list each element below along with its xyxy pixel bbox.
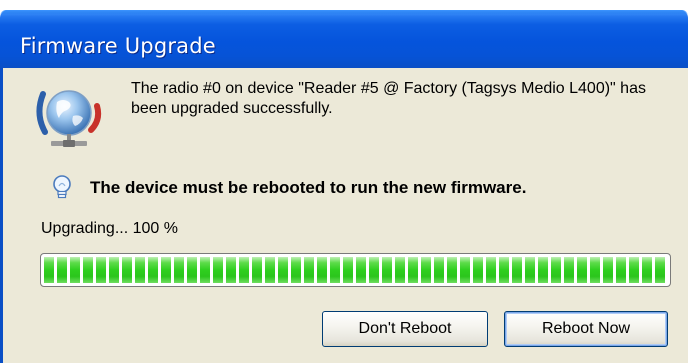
dialog-body: The radio #0 on device "Reader #5 @ Fact… <box>3 68 688 363</box>
progress-fill-area <box>44 257 667 283</box>
reboot-now-button[interactable]: Reboot Now <box>504 311 668 347</box>
reboot-required-notice: The device must be rebooted to run the n… <box>90 178 527 197</box>
upgrade-progress-bar <box>40 253 671 287</box>
upgrade-result-message: The radio #0 on device "Reader #5 @ Fact… <box>131 80 646 117</box>
window-title: Firmware Upgrade <box>20 34 216 58</box>
title-bar[interactable]: Firmware Upgrade <box>0 10 688 68</box>
progress-label: Upgrading... 100 % <box>41 220 178 237</box>
network-globe-icon <box>36 90 102 147</box>
lightbulb-icon <box>53 175 71 199</box>
firmware-upgrade-dialog: Firmware Upgrade The radio #0 on device … <box>0 0 688 363</box>
progress-fill <box>44 257 667 283</box>
dont-reboot-button[interactable]: Don't Reboot <box>322 311 488 347</box>
